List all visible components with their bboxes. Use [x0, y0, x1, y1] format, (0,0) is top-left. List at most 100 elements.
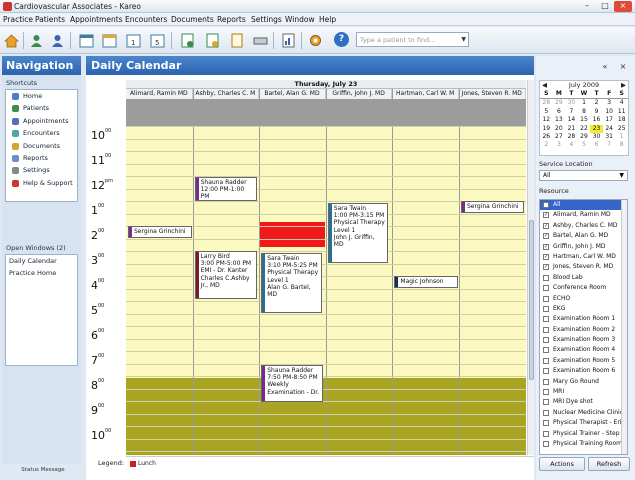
appointment-card[interactable]: Sergina Grinchini — [128, 226, 192, 238]
calendar-day[interactable]: 4 — [615, 99, 628, 107]
resource-item[interactable]: All — [540, 200, 627, 211]
appointment-card[interactable]: Larry Bird 3:00 PM-5:00 PM EMI - Dr. Kante… — [194, 251, 257, 299]
resource-checkbox[interactable]: ✓ — [543, 212, 549, 219]
schedule-grid[interactable]: Thursday, July 23 Alimard, Ramin MD Ashby… — [126, 80, 526, 455]
calendar-day[interactable]: 6 — [553, 108, 566, 116]
shortcut-reports[interactable]: Reports — [6, 152, 77, 164]
resource-item[interactable]: Mary Go Round — [540, 377, 627, 387]
resource-checkbox[interactable] — [543, 316, 549, 323]
resource-checkbox[interactable]: ✓ — [543, 264, 549, 271]
chevron-down-icon[interactable]: ▼ — [461, 36, 466, 43]
scrollbar-thumb[interactable] — [529, 220, 534, 380]
calendar-day[interactable]: 28 — [540, 99, 553, 107]
close-panel-icon[interactable]: × — [614, 62, 632, 73]
calendar-day[interactable]: 12 — [540, 116, 553, 124]
resource-item[interactable]: Physical Therapist - Eri — [540, 418, 627, 428]
calendar-day[interactable]: 30 — [590, 133, 603, 141]
provider-column-header[interactable]: Ashby, Charles C. M — [192, 89, 260, 99]
menu-help[interactable]: Help — [319, 15, 336, 24]
provider-column-header[interactable]: Griffin, John J. MD — [325, 89, 393, 99]
resource-item[interactable]: ECHO — [540, 294, 627, 304]
appointment-card[interactable]: Sara Twain 3:10 PM-5:25 PM Physical Therap… — [261, 253, 323, 313]
calendar-day[interactable]: 5 — [540, 108, 553, 116]
calendar-day[interactable]: 8 — [615, 141, 628, 149]
resource-checkbox[interactable] — [543, 420, 549, 427]
shortcut-appointments[interactable]: Appointments — [6, 115, 77, 127]
resource-item[interactable]: ✓ Alimard, Ramin MD — [540, 210, 627, 220]
new-encounter-icon[interactable] — [204, 32, 221, 49]
resource-checkbox[interactable] — [543, 409, 549, 416]
calendar-day[interactable]: 16 — [590, 116, 603, 124]
calendar-day[interactable]: 5 — [578, 141, 591, 149]
calendar-scrollbar[interactable] — [527, 80, 534, 455]
resource-checkbox[interactable] — [543, 368, 549, 375]
provider-column-header[interactable]: Bartel, Alan G. MD — [259, 89, 326, 99]
menu-practice[interactable]: Practice — [3, 15, 33, 24]
appointment-card[interactable]: Sergina Grinchini — [461, 201, 524, 213]
resource-checkbox[interactable] — [543, 274, 549, 281]
resource-checkbox[interactable] — [543, 399, 549, 406]
appointment-card[interactable]: Sara Twain 1:00 PM-3:15 PM Physical Therap… — [327, 203, 388, 263]
resource-checkbox[interactable] — [543, 202, 549, 208]
report-icon[interactable] — [280, 32, 297, 49]
actions-button[interactable]: Actions — [539, 457, 585, 471]
calendar-day[interactable]: 15 — [578, 116, 591, 124]
selected-day[interactable]: 23 — [590, 124, 603, 134]
prev-month-icon[interactable]: ◀ — [542, 81, 547, 90]
resource-item[interactable]: Examination Room 1 — [540, 314, 627, 324]
chevron-down-icon[interactable]: ▼ — [619, 172, 624, 180]
menu-patients[interactable]: Patients — [35, 15, 65, 24]
resource-checkbox[interactable] — [543, 305, 549, 312]
resource-checkbox[interactable] — [543, 378, 549, 385]
resource-checkbox[interactable] — [543, 440, 549, 447]
calendar-day[interactable]: 7 — [603, 141, 616, 149]
resource-item[interactable]: ✓ Hartman, Carl W. MD — [540, 252, 627, 262]
patient-icon[interactable] — [28, 32, 45, 49]
home-icon[interactable] — [3, 32, 20, 49]
calendar-day[interactable]: 8 — [578, 108, 591, 116]
resource-item[interactable]: EKG — [540, 304, 627, 314]
calendar-day[interactable]: 17 — [603, 116, 616, 124]
calendar-day[interactable]: 7 — [565, 108, 578, 116]
menu-documents[interactable]: Documents — [171, 15, 214, 24]
calendar-day[interactable]: 6 — [590, 141, 603, 149]
resource-checkbox[interactable]: ✓ — [543, 222, 549, 229]
calendar-day[interactable]: 21 — [565, 125, 578, 133]
calendar-day[interactable]: 24 — [603, 125, 616, 133]
open-window-item[interactable]: Daily Calendar — [6, 255, 77, 267]
resource-item[interactable]: Conference Room — [540, 283, 627, 293]
resource-checkbox[interactable] — [543, 389, 549, 396]
open-window-item[interactable]: Practice Home — [6, 267, 77, 279]
resource-item[interactable]: ✓ Jones, Steven R. MD — [540, 262, 627, 272]
menu-encounters[interactable]: Encounters — [125, 15, 167, 24]
settings-icon[interactable] — [307, 32, 324, 49]
month-view-icon[interactable]: 5 — [149, 32, 166, 49]
calendar-day[interactable]: 9 — [590, 108, 603, 116]
calendar-day[interactable]: 31 — [603, 133, 616, 141]
resource-checkbox[interactable] — [543, 285, 549, 292]
shortcut-settings[interactable]: Settings — [6, 164, 77, 176]
appointment-card[interactable]: Magic Johnson — [394, 276, 459, 288]
resource-item[interactable]: ✓ Griffin, John J. MD — [540, 242, 627, 252]
resource-checkbox[interactable] — [543, 295, 549, 302]
calendar-day[interactable]: 11 — [615, 108, 628, 116]
calendar-day[interactable]: 3 — [553, 141, 566, 149]
encounter-icon[interactable] — [179, 32, 196, 49]
menu-settings[interactable]: Settings — [251, 15, 282, 24]
resource-item[interactable]: ✓ Bartel, Alan G. MD — [540, 231, 627, 241]
provider-column-header[interactable]: Jones, Steven R. MD — [459, 89, 526, 99]
resource-checkbox[interactable] — [543, 430, 549, 437]
calendar-day[interactable]: 10 — [603, 108, 616, 116]
resource-checkbox[interactable] — [543, 326, 549, 333]
refresh-button[interactable]: Refresh — [588, 457, 630, 471]
provider-column-header[interactable]: Hartman, Carl W. M — [392, 89, 459, 99]
calendar-day[interactable]: 28 — [565, 133, 578, 141]
close-icon[interactable]: × — [614, 1, 632, 12]
calendar-day[interactable]: 4 — [565, 141, 578, 149]
calendar-day[interactable]: 29 — [553, 99, 566, 107]
expand-icon[interactable]: « — [596, 62, 614, 73]
shortcut-documents[interactable]: Documents — [6, 140, 77, 152]
appointment-icon[interactable] — [101, 32, 118, 49]
patient-search-input[interactable]: Type a patient to find... ▼ — [356, 32, 469, 47]
resource-item[interactable]: Blood Lab — [540, 273, 627, 283]
